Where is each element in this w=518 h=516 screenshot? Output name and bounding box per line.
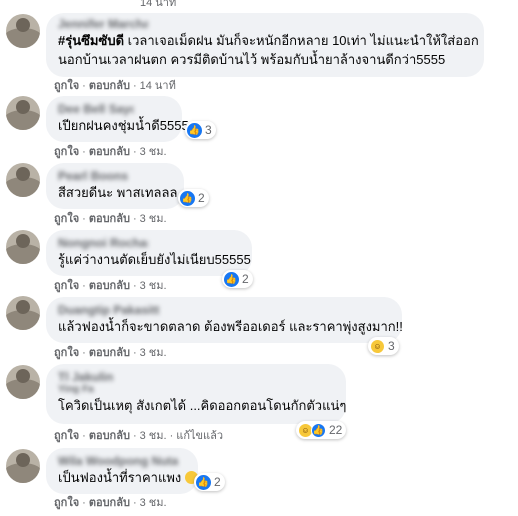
reply-action[interactable]: ตอบกลับ — [89, 280, 130, 292]
avatar[interactable] — [6, 96, 40, 130]
comment-actions: ถูกใจ · ตอบกลับ · 14 นาที — [54, 80, 176, 92]
comment-text-line2: นอกบ้านเวลาฝนตก ควรมีติดบ้านไว้ พร้อมกับ… — [58, 52, 446, 67]
comment-time[interactable]: 3 ชม. — [140, 280, 167, 292]
like-action[interactable]: ถูกใจ — [54, 146, 79, 158]
comment-text: #รุ่นซึมซับดี เวลาเจอเม็ดฝน มันก็จะหนักอ… — [58, 31, 479, 50]
like-action[interactable]: ถูกใจ — [54, 280, 79, 292]
tagged-name[interactable]: Ying Fa — [58, 384, 98, 396]
comment-bubble: Tl Jakulin Ying Fa โควิดเป็นเหตุ สังเกตไ… — [46, 364, 346, 424]
comment-bubble: Dee Bell Sayo เปียกฝนคงชุ่มน้ำดี5555 — [46, 96, 189, 142]
avatar[interactable] — [6, 230, 40, 264]
comment-author[interactable]: Pearl Boonsak — [58, 169, 128, 183]
comment-author[interactable]: Dee Bell Sayo — [58, 102, 134, 116]
reaction-count: 2 — [242, 272, 249, 286]
comment-bubble: Pearl Boonsak สีสวยดีนะ พาสเทลลล — [46, 163, 184, 209]
hashtag-link[interactable]: #รุ่นซึมซับดี — [58, 33, 124, 48]
reaction-summary[interactable]: ☺ 3 — [368, 337, 399, 355]
comment-actions: ถูกใจ · ตอบกลับ · 3 ชม. · แก้ไขแล้ว — [54, 430, 224, 442]
avatar[interactable] — [6, 14, 40, 48]
reply-action[interactable]: ตอบกลับ — [89, 347, 130, 359]
comment-time[interactable]: 3 ชม. — [140, 146, 167, 158]
avatar[interactable] — [6, 163, 40, 197]
reaction-count: 3 — [388, 339, 395, 353]
comment-actions: ถูกใจ · ตอบกลับ · 3 ชม. — [54, 347, 167, 359]
comment-actions: ถูกใจ · ตอบกลับ · 3 ชม. — [54, 146, 167, 158]
avatar[interactable] — [6, 449, 40, 483]
like-action[interactable]: ถูกใจ — [54, 347, 79, 359]
reaction-summary[interactable]: 👍 2 — [222, 270, 253, 288]
reaction-summary[interactable]: 👍 2 — [178, 189, 209, 207]
like-action[interactable]: ถูกใจ — [54, 80, 79, 92]
reaction-count: 3 — [205, 123, 212, 137]
comment-bubble: Wila Woodpong Nutam เป็นฟองน้ำที่ราคาแพง — [46, 448, 198, 494]
comment-time[interactable]: 3 ชม. — [140, 497, 167, 509]
comment-text-content: เป็นฟองน้ำที่ราคาแพง — [58, 470, 182, 485]
like-action[interactable]: ถูกใจ — [54, 497, 79, 509]
comment-text: รู้แค่ว่างานตัดเย็บยังไม่เนียบ55555 — [58, 252, 251, 267]
like-action[interactable]: ถูกใจ — [54, 430, 79, 442]
reply-action[interactable]: ตอบกลับ — [89, 430, 130, 442]
comment-bubble: Jennifer Marchant #รุ่นซึมซับดี เวลาเจอเ… — [46, 13, 484, 77]
like-action[interactable]: ถูกใจ — [54, 213, 79, 225]
reply-action[interactable]: ตอบกลับ — [89, 146, 130, 158]
reaction-summary[interactable]: ☺ 👍 22 — [296, 421, 347, 439]
reaction-summary[interactable]: 👍 3 — [185, 121, 216, 139]
comment-time[interactable]: 3 ชม. — [140, 213, 167, 225]
reply-action[interactable]: ตอบกลับ — [89, 497, 130, 509]
comment-text: สีสวยดีนะ พาสเทลลล — [58, 185, 178, 200]
comment-actions: ถูกใจ · ตอบกลับ · 3 ชม. — [54, 280, 167, 292]
comment-author[interactable]: Wila Woodpong Nutam — [58, 454, 178, 468]
reply-action[interactable]: ตอบกลับ — [89, 80, 130, 92]
reaction-count: 2 — [198, 191, 205, 205]
comment-actions: ถูกใจ · ตอบกลับ · 3 ชม. — [54, 213, 167, 225]
edited-label[interactable]: แก้ไขแล้ว — [176, 430, 223, 442]
reaction-count: 22 — [329, 423, 343, 437]
comment-author[interactable]: Duangtip Pakasitt — [58, 303, 168, 317]
top-timestamp: 14 นาที — [140, 0, 177, 9]
comment-author[interactable]: Tl Jakulin — [58, 370, 118, 384]
comment-text-line1: เวลาเจอเม็ดฝน มันก็จะหนักอีกหลาย 10เท่า … — [124, 33, 479, 48]
comment-text: โควิดเป็นเหตุ สังเกตได้ ...คิดออกตอนโดนก… — [58, 398, 347, 413]
comment-author[interactable]: Nongnoi Rochana — [58, 236, 148, 250]
comment-bubble: Duangtip Pakasitt แล้วฟองน้ำก็จะขาดตลาด … — [46, 297, 403, 343]
comment-text: แล้วฟองน้ำก็จะขาดตลาด ต้องพรีออเดอร์ และ… — [58, 319, 403, 334]
comment-time[interactable]: 14 นาที — [140, 80, 176, 92]
comment-text: เป็นฟองน้ำที่ราคาแพง — [58, 468, 198, 487]
comment-bubble: Nongnoi Rochana รู้แค่ว่างานตัดเย็บยังไม… — [46, 230, 252, 276]
avatar[interactable] — [6, 296, 40, 330]
like-icon: 👍 — [180, 190, 195, 206]
like-icon: 👍 — [187, 122, 202, 138]
like-icon: 👍 — [196, 474, 211, 490]
avatar[interactable] — [6, 365, 40, 399]
comment-actions: ถูกใจ · ตอบกลับ · 3 ชม. — [54, 497, 167, 509]
comment-time[interactable]: 3 ชม. — [140, 347, 167, 359]
reaction-summary[interactable]: 👍 2 — [194, 473, 225, 491]
comment-text: เปียกฝนคงชุ่มน้ำดี5555 — [58, 118, 189, 133]
comment-author[interactable]: Jennifer Marchant — [58, 17, 148, 31]
haha-icon: ☺ — [370, 338, 385, 354]
comment-time[interactable]: 3 ชม. — [140, 430, 167, 442]
reaction-count: 2 — [214, 475, 221, 489]
reply-action[interactable]: ตอบกลับ — [89, 213, 130, 225]
like-icon: 👍 — [224, 271, 239, 287]
like-icon: 👍 — [311, 422, 326, 438]
